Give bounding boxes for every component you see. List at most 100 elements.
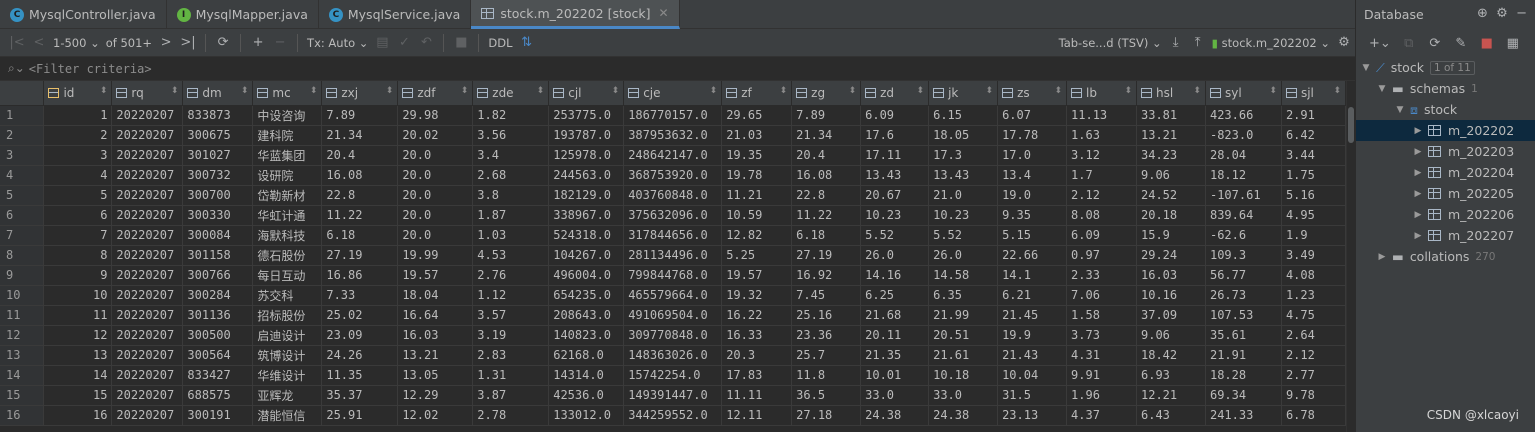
cell-hsl[interactable]: 9.06	[1136, 165, 1206, 186]
column-header-zf[interactable]: zf ⬍	[721, 81, 793, 106]
cell-id[interactable]: 13	[43, 345, 113, 366]
cell-mc[interactable]: 华维设计	[252, 365, 323, 386]
cell-cjl[interactable]: 208643.0	[548, 305, 625, 326]
sort-icon[interactable]: ⬍	[1269, 86, 1277, 96]
db-refresh-icon[interactable]: ⟳	[1424, 32, 1446, 54]
cell-cje[interactable]: 248642147.0	[623, 145, 723, 166]
cell-zf[interactable]: 20.3	[721, 345, 793, 366]
page-total[interactable]: of 501+	[103, 32, 155, 54]
sort-icon[interactable]: ⬍	[461, 86, 469, 96]
sort-icon[interactable]: ⬍	[310, 86, 318, 96]
cell-zf[interactable]: 11.21	[721, 185, 793, 206]
table-row[interactable]: 2 2 20220207 300675 建科院 21.34 20.02 3.56 193787.…	[0, 125, 1346, 146]
first-page-icon[interactable]: |<	[6, 32, 28, 54]
cell-mc[interactable]: 华蓝集团	[252, 145, 323, 166]
tree-node-root[interactable]: ▼ ⟋ stock 1 of 11	[1356, 57, 1535, 78]
cell-zxj[interactable]: 6.18	[321, 225, 399, 246]
row-number[interactable]: 5	[0, 185, 45, 206]
cell-zxj[interactable]: 7.89	[321, 105, 399, 126]
tree-node-collations[interactable]: ▶ ▬ collations 270	[1356, 246, 1535, 267]
cell-zde[interactable]: 1.31	[472, 365, 550, 386]
cell-mc[interactable]: 建科院	[252, 125, 323, 146]
cell-lb[interactable]: 2.12	[1066, 185, 1137, 206]
cell-id[interactable]: 7	[43, 225, 113, 246]
cell-hsl[interactable]: 16.03	[1136, 265, 1206, 286]
cell-zd[interactable]: 26.0	[860, 245, 930, 266]
cell-zg[interactable]: 27.19	[791, 245, 862, 266]
column-header-cje[interactable]: cje ⬍	[623, 81, 723, 106]
row-number[interactable]: 3	[0, 145, 45, 166]
cell-zde[interactable]: 3.8	[472, 185, 550, 206]
cell-zs[interactable]: 13.4	[997, 165, 1068, 186]
cell-dm[interactable]: 301158	[182, 245, 254, 266]
cell-zg[interactable]: 36.5	[791, 385, 862, 406]
target-table-selector[interactable]: ▮ stock.m_202202 ⌄	[1209, 32, 1333, 54]
cell-zs[interactable]: 6.21	[997, 285, 1068, 306]
table-row[interactable]: 13 13 20220207 300564 筑博设计 24.26 13.21 2.83 6216…	[0, 345, 1346, 366]
cell-syl[interactable]: -107.61	[1205, 185, 1282, 206]
cell-cjl[interactable]: 654235.0	[548, 285, 625, 306]
cell-lb[interactable]: 0.97	[1066, 245, 1137, 266]
collapse-arrow-icon[interactable]: ▶	[1376, 252, 1388, 262]
collapse-arrow-icon[interactable]: ▶	[1412, 147, 1424, 157]
cell-lb[interactable]: 4.37	[1066, 405, 1137, 426]
cell-id[interactable]: 9	[43, 265, 113, 286]
cell-zde[interactable]: 3.4	[472, 145, 550, 166]
properties-icon[interactable]: ✎	[1450, 32, 1472, 54]
cell-zd[interactable]: 6.25	[860, 285, 930, 306]
cell-cjl[interactable]: 42536.0	[548, 385, 625, 406]
result-grid[interactable]: id ⬍ rq ⬍ dm ⬍ mc ⬍ zxj ⬍ zdf ⬍ zde ⬍ cjl ⬍ cje ⬍ zf ⬍ zg ⬍ zd…	[0, 81, 1346, 432]
cell-sjl[interactable]: 3.49	[1281, 245, 1346, 266]
cell-zd[interactable]: 10.23	[860, 205, 930, 226]
cell-cje[interactable]: 375632096.0	[623, 205, 723, 226]
cell-syl[interactable]: 21.91	[1205, 345, 1282, 366]
cell-zde[interactable]: 2.76	[472, 265, 550, 286]
cell-zdf[interactable]: 18.04	[397, 285, 474, 306]
cell-zde[interactable]: 1.87	[472, 205, 550, 226]
cell-hsl[interactable]: 20.18	[1136, 205, 1206, 226]
column-header-zxj[interactable]: zxj ⬍	[321, 81, 399, 106]
cell-id[interactable]: 2	[43, 125, 113, 146]
cell-mc[interactable]: 每日互动	[252, 265, 323, 286]
cell-zs[interactable]: 31.5	[997, 385, 1068, 406]
cell-rq[interactable]: 20220207	[111, 405, 184, 426]
filter-criteria-input[interactable]: <Filter criteria>	[29, 62, 152, 76]
cell-zf[interactable]: 19.57	[721, 265, 793, 286]
cell-jk[interactable]: 10.23	[928, 205, 999, 226]
cell-zd[interactable]: 5.52	[860, 225, 930, 246]
cell-dm[interactable]: 300284	[182, 285, 254, 306]
cell-zdf[interactable]: 16.64	[397, 305, 474, 326]
cell-syl[interactable]: 35.61	[1205, 325, 1282, 346]
cell-zs[interactable]: 17.78	[997, 125, 1068, 146]
cell-rq[interactable]: 20220207	[111, 265, 184, 286]
cell-cje[interactable]: 368753920.0	[623, 165, 723, 186]
settings-gear-icon[interactable]: ⚙	[1333, 32, 1355, 54]
cell-zxj[interactable]: 25.91	[321, 405, 399, 426]
cell-cjl[interactable]: 140823.0	[548, 325, 625, 346]
row-number[interactable]: 7	[0, 225, 45, 246]
collapse-arrow-icon[interactable]: ▶	[1412, 168, 1424, 178]
cell-zdf[interactable]: 19.99	[397, 245, 474, 266]
cell-zde[interactable]: 1.03	[472, 225, 550, 246]
tree-node-table-m_202207[interactable]: ▶ m_202207	[1356, 225, 1535, 246]
tree-node-table-m_202206[interactable]: ▶ m_202206	[1356, 204, 1535, 225]
cell-zxj[interactable]: 20.4	[321, 145, 399, 166]
last-page-icon[interactable]: >|	[177, 32, 199, 54]
cell-zd[interactable]: 13.43	[860, 165, 930, 186]
cell-jk[interactable]: 26.0	[928, 245, 999, 266]
table-row[interactable]: 7 7 20220207 300084 海默科技 6.18 20.0 1.03 524318.0…	[0, 225, 1346, 246]
cell-zg[interactable]: 16.08	[791, 165, 862, 186]
cell-cje[interactable]: 344259552.0	[623, 405, 723, 426]
cell-zdf[interactable]: 20.0	[397, 225, 474, 246]
cell-zg[interactable]: 11.8	[791, 365, 862, 386]
tx-mode-selector[interactable]: Tx: Auto ⌄	[304, 32, 371, 54]
cell-hsl[interactable]: 33.81	[1136, 105, 1206, 126]
cell-jk[interactable]: 21.0	[928, 185, 999, 206]
cell-sjl[interactable]: 1.75	[1281, 165, 1346, 186]
cell-lb[interactable]: 1.96	[1066, 385, 1137, 406]
previous-page-icon[interactable]: <	[28, 32, 50, 54]
cell-hsl[interactable]: 13.21	[1136, 125, 1206, 146]
cell-cje[interactable]: 403760848.0	[623, 185, 723, 206]
table-row[interactable]: 14 14 20220207 833427 华维设计 11.35 13.05 1.31 1431…	[0, 365, 1346, 386]
commit-db-icon[interactable]: ▤	[371, 32, 393, 54]
